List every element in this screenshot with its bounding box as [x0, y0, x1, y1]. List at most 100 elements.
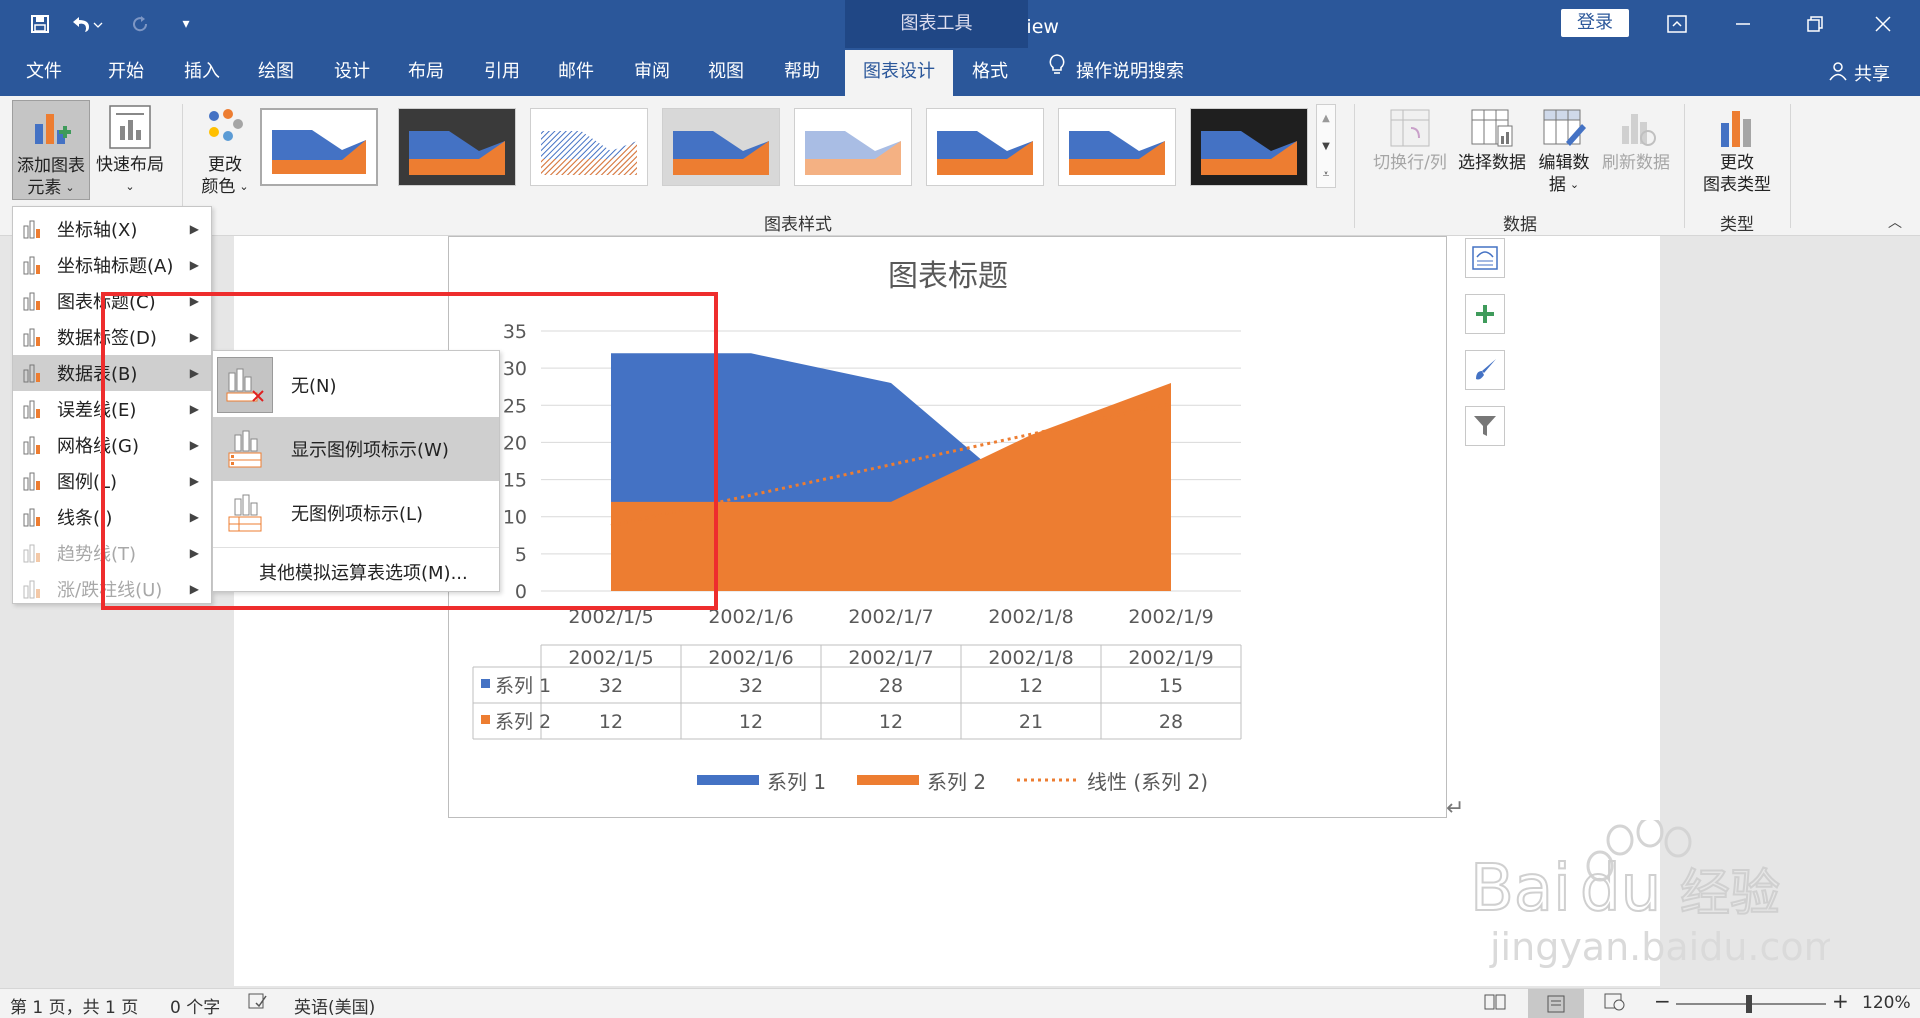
- table-cell: 32: [739, 675, 763, 697]
- chart-style-7[interactable]: [1058, 108, 1176, 186]
- menu-item-data-labels[interactable]: 数据标签(D) ▶: [13, 319, 211, 355]
- menu-item-chart-title[interactable]: 图表标题(C) ▶: [13, 283, 211, 319]
- chart-style-8[interactable]: [1190, 108, 1308, 186]
- redo-icon[interactable]: [124, 8, 156, 40]
- switch-row-column-button[interactable]: 切换行/列: [1368, 104, 1452, 174]
- undo-icon[interactable]: [66, 8, 106, 40]
- web-layout-icon[interactable]: [1604, 993, 1626, 1016]
- person-icon: [1828, 61, 1848, 86]
- chart-area[interactable]: 图表标题 0 5 10 15 20 25 30 35 2002/1/5 2002/1/6 2002…: [448, 236, 1447, 818]
- tell-me-search[interactable]: 操作说明搜索: [1048, 48, 1228, 96]
- data-table-submenu: 无(N) 显示图例项标示(W) 无图例项标示(L) 其他模拟运算表选项(M)..…: [212, 350, 500, 592]
- submenu-arrow-icon: ▶: [189, 438, 199, 452]
- show-legend-keys-item[interactable]: 显示图例项标示(W): [213, 417, 499, 481]
- menu-item-error-bars[interactable]: 误差线(E) ▶: [13, 391, 211, 427]
- tab-help[interactable]: 帮助: [772, 48, 832, 96]
- tab-insert[interactable]: 插入: [172, 48, 232, 96]
- zoom-out-icon[interactable]: −: [1654, 989, 1671, 1013]
- more-data-table-options-label: 其他模拟运算表选项(M)...: [259, 563, 468, 584]
- chart-title[interactable]: 图表标题: [888, 259, 1008, 294]
- chart-filters-icon[interactable]: [1465, 406, 1505, 446]
- scroll-down-icon[interactable]: ▼: [1317, 133, 1335, 161]
- menu-item-axis[interactable]: 坐标轴(X) ▶: [13, 211, 211, 247]
- legend-icon: [21, 470, 43, 492]
- collapse-ribbon-icon[interactable]: ︿: [1888, 212, 1902, 232]
- tab-design[interactable]: 设计: [322, 48, 382, 96]
- login-button[interactable]: 登录: [1561, 9, 1629, 37]
- table-cell: 12: [739, 711, 763, 733]
- tab-review[interactable]: 审阅: [622, 48, 682, 96]
- save-icon[interactable]: [24, 8, 56, 40]
- read-mode-icon[interactable]: [1484, 993, 1506, 1016]
- tab-mailings[interactable]: 邮件: [546, 48, 606, 96]
- no-legend-keys-item[interactable]: 无图例项标示(L): [213, 481, 499, 545]
- chart-style-6[interactable]: [926, 108, 1044, 186]
- edit-data-button[interactable]: 编辑数 据 ⌄: [1530, 104, 1598, 196]
- type-group-label: 类型: [1720, 215, 1754, 235]
- restore-icon[interactable]: [1792, 8, 1838, 40]
- close-icon[interactable]: [1860, 8, 1906, 40]
- layout-options-icon[interactable]: [1465, 238, 1505, 278]
- menu-item-legend[interactable]: 图例(L) ▶: [13, 463, 211, 499]
- chart-style-2[interactable]: [398, 108, 516, 186]
- chart-style-5[interactable]: [794, 108, 912, 186]
- styles-scroll[interactable]: ▲ ▼ ⩡: [1316, 104, 1336, 188]
- table-cell: 28: [1159, 711, 1183, 733]
- data-labels-icon: [21, 326, 43, 348]
- tab-format[interactable]: 格式: [960, 48, 1020, 96]
- quick-layout-button[interactable]: 快速布局 ⌄: [92, 100, 168, 200]
- table-header-cell: 2002/1/7: [848, 647, 933, 669]
- customize-qat-icon[interactable]: ▾: [170, 8, 202, 40]
- tab-draw[interactable]: 绘图: [246, 48, 306, 96]
- word-count[interactable]: 0 个字: [170, 993, 220, 1018]
- data-table-none-item[interactable]: 无(N): [213, 353, 499, 417]
- more-data-table-options-item[interactable]: 其他模拟运算表选项(M)...: [213, 555, 499, 589]
- scroll-up-icon[interactable]: ▲: [1317, 105, 1335, 133]
- chart-style-3[interactable]: [530, 108, 648, 186]
- chart-styles-brush-icon[interactable]: [1465, 350, 1505, 390]
- submenu-arrow-icon: ▶: [189, 222, 199, 236]
- menu-item-data-table[interactable]: 数据表(B) ▶: [13, 355, 211, 391]
- axis-title-icon: [21, 254, 43, 276]
- palette-icon: [192, 100, 258, 154]
- quick-layout-label: 快速布局: [96, 155, 164, 175]
- tab-view[interactable]: 视图: [696, 48, 756, 96]
- language[interactable]: 英语(美国): [294, 993, 375, 1018]
- change-chart-type-button[interactable]: 更改 图表类型: [1692, 104, 1782, 196]
- submenu-arrow-icon: ▶: [189, 330, 199, 344]
- tab-layout[interactable]: 布局: [396, 48, 456, 96]
- print-layout-icon[interactable]: [1528, 989, 1584, 1018]
- more-styles-icon[interactable]: ⩡: [1317, 161, 1335, 187]
- data-group-label: 数据: [1503, 215, 1537, 235]
- zoom-slider-thumb[interactable]: [1746, 995, 1752, 1013]
- tab-file[interactable]: 文件: [14, 48, 74, 96]
- select-data-button[interactable]: 选择数据: [1454, 104, 1530, 174]
- area-chart[interactable]: 图表标题 0 5 10 15 20 25 30 35 2002/1/5 2002/1/6 2002…: [449, 237, 1448, 819]
- change-colors-button[interactable]: 更改 颜色 ⌄: [192, 100, 258, 200]
- chart-style-1[interactable]: [260, 108, 378, 186]
- chart-style-4[interactable]: [662, 108, 780, 186]
- tab-references[interactable]: 引用: [472, 48, 532, 96]
- refresh-data-icon: [1598, 104, 1674, 152]
- ribbon-display-options-icon[interactable]: [1654, 8, 1700, 40]
- chart-elements-plus-icon[interactable]: [1465, 294, 1505, 334]
- error-bars-icon: [21, 398, 43, 420]
- chart-tools-label: 图表工具: [845, 0, 1028, 48]
- submenu-arrow-icon: ▶: [189, 546, 199, 560]
- share-button[interactable]: 共享: [1828, 60, 1890, 86]
- zoom-level[interactable]: 120%: [1862, 993, 1911, 1013]
- zoom-in-icon[interactable]: +: [1832, 989, 1849, 1013]
- page-count[interactable]: 第 1 页，共 1 页: [10, 993, 138, 1018]
- menu-item-lines[interactable]: 线条(I) ▶: [13, 499, 211, 535]
- proofing-icon[interactable]: [248, 993, 268, 1016]
- tab-home[interactable]: 开始: [96, 48, 156, 96]
- minimize-icon[interactable]: [1720, 8, 1766, 40]
- add-chart-element-button[interactable]: 添加图表 元素 ⌄: [12, 100, 90, 200]
- refresh-data-button[interactable]: 刷新数据: [1598, 104, 1674, 174]
- legend-swatch-series-2: [857, 775, 919, 785]
- x-tick-label: 2002/1/8: [988, 606, 1073, 628]
- change-chart-type-label-2: 图表类型: [1703, 175, 1771, 195]
- tab-chart-design[interactable]: 图表设计: [845, 50, 953, 96]
- menu-item-axis-title[interactable]: 坐标轴标题(A) ▶: [13, 247, 211, 283]
- menu-item-gridlines[interactable]: 网格线(G) ▶: [13, 427, 211, 463]
